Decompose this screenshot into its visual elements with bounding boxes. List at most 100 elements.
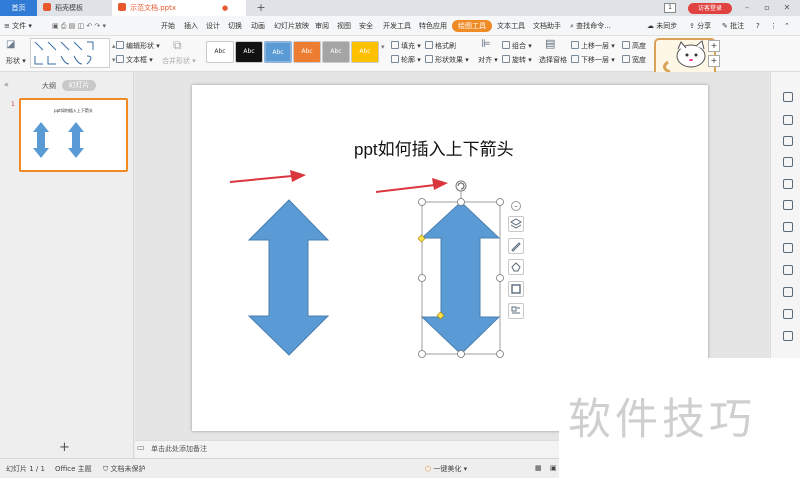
collapse-toolbar-icon[interactable]: – [511,201,521,211]
menu-slideshow[interactable]: 幻灯片放映 [274,20,309,32]
theme-name[interactable]: Office 主题 [55,464,92,474]
textbox-button[interactable]: 文本框 ▾ [116,55,153,65]
style-swatch-gray[interactable]: Abc [322,41,350,63]
menu-drawing-tools[interactable]: 绘图工具 [452,20,492,32]
style-swatch-blue[interactable]: Abc [264,41,292,63]
tab-slides[interactable]: 幻灯片 [62,80,96,91]
shape-gallery[interactable] [30,38,110,68]
style-swatch-orange[interactable]: Abc [293,41,321,63]
gallery-scroll-icon[interactable]: ▴ [112,41,116,51]
normal-view-icon[interactable]: ▦ [535,464,542,472]
new-tab-button[interactable]: + [250,0,266,16]
up-down-arrow-selected[interactable] [420,201,501,355]
chart-icon[interactable] [783,222,793,232]
page-indicator[interactable]: 1 [664,3,676,13]
sorter-view-icon[interactable]: ▣ [550,464,557,472]
layout-icon[interactable] [508,303,524,319]
more-icon[interactable]: ⋮ [770,20,777,32]
collapse-ribbon-icon[interactable]: ⌃ [784,20,790,32]
minimize-icon[interactable]: – [740,2,754,14]
menu-transition[interactable]: 切换 [228,20,242,32]
tab-home[interactable]: 首页 [0,0,37,16]
style-icon[interactable] [783,136,793,146]
width-label: 宽度 [632,56,646,64]
styles-scroll-icon[interactable]: ▾ [381,42,385,52]
menu-insert[interactable]: 插入 [184,20,198,32]
group-button[interactable]: 组合 ▾ [502,41,532,51]
merge-shape-button[interactable]: 合并形状 ▾ [162,56,196,66]
menu-features[interactable]: 特色应用 [419,20,447,32]
menu-view[interactable]: 视图 [337,20,351,32]
menu-text-tools[interactable]: 文本工具 [497,20,525,32]
rotate-button[interactable]: 旋转 ▾ [502,55,532,65]
width-icon [622,55,630,63]
tag-icon[interactable] [783,309,793,319]
tab-templates[interactable]: 稻壳模板 [37,0,112,16]
maximize-icon[interactable]: ▫ [760,2,774,14]
shape-button[interactable]: 形状 ▾ [6,56,26,66]
add-slide-button[interactable]: + [59,440,70,455]
ppt-file-icon [118,3,126,11]
share-button[interactable]: ⇪ 分享 [689,20,711,32]
align-icon: ⊫ [481,37,491,50]
menu-home[interactable]: 开始 [161,20,175,32]
menu-animation[interactable]: 动画 [251,20,265,32]
send-backward-button[interactable]: 下移一层 ▾ [571,55,615,65]
style-swatch-white[interactable]: Abc [206,41,234,63]
width-field[interactable]: 宽度 [622,55,646,65]
magic-icon[interactable] [783,157,793,167]
sync-button[interactable]: ☁ 未同步 [647,20,677,32]
protection-status[interactable]: ⛉ 文档未保护 [103,464,145,474]
style-swatch-black[interactable]: Abc [235,41,263,63]
close-icon[interactable]: ● [222,0,228,16]
height-label: 高度 [632,42,646,50]
menu-doc-assistant[interactable]: 文档助手 [533,20,561,32]
align-button[interactable]: 对齐 ▾ [478,55,498,65]
login-button[interactable]: 访客登录 [688,3,732,14]
sticker-icon[interactable] [783,265,793,275]
background-icon[interactable] [783,200,793,210]
pen-icon[interactable] [508,238,524,254]
tab-outline[interactable]: 大纲 [42,81,56,91]
tab-bar: 首页 稻壳模板 示范文档.pptx ● + 1 访客登录 – ▫ ✕ [0,0,800,16]
print-icon[interactable] [783,287,793,297]
layers-icon[interactable] [508,216,524,232]
copy-icon[interactable] [783,115,793,125]
send-backward-icon [571,55,579,63]
slide-thumbnail[interactable]: ppt如何插入上下箭头 [19,98,128,172]
image-icon[interactable] [783,179,793,189]
beautify-button[interactable]: ⬡ 一键美化 ▾ [425,464,467,474]
gallery-expand-icon[interactable]: ▾ [112,55,116,65]
collapse-panel-icon[interactable]: « [4,80,9,89]
notes-placeholder[interactable]: 单击此处添加备注 [151,444,207,454]
up-down-arrow-left[interactable] [247,199,330,356]
menu-developer[interactable]: 开发工具 [383,20,411,32]
fill-button[interactable]: 填充 ▾ [391,41,421,51]
window-close-icon[interactable]: ✕ [780,2,794,14]
menu-security[interactable]: 安全 [359,20,373,32]
quick-access-toolbar[interactable]: ▣ ⎙ ▤ ◫ ↶ ↷ ▾ [52,20,106,32]
format-painter-button[interactable]: 格式刷 [425,41,456,51]
bring-forward-button[interactable]: 上移一层 ▾ [571,41,615,51]
height-field[interactable]: 高度 [622,41,646,51]
menu-file[interactable]: ≡ 文件 ▾ [4,20,32,32]
style-swatch-gold[interactable]: Abc [351,41,379,63]
shape-effect-button[interactable]: 形状效果 ▾ [425,55,469,65]
height-increment-icon[interactable]: + [708,40,720,52]
command-search[interactable]: ⌕ 查找命令... [570,20,611,32]
audio-icon[interactable] [783,331,793,341]
help-icon[interactable]: ? [756,20,760,32]
edit-shape-button[interactable]: 编辑形状 ▾ [116,41,160,51]
tab-document[interactable]: 示范文档.pptx ● [112,0,246,16]
menu-design[interactable]: 设计 [206,20,220,32]
apps-icon[interactable] [783,243,793,253]
border-icon[interactable] [508,281,524,297]
outline-button[interactable]: 轮廓 ▾ [391,55,421,65]
thumbnail-arrows-icon [33,122,84,158]
shape-fill-icon[interactable] [508,259,524,275]
comment-button[interactable]: ✎ 批注 [722,20,744,32]
cursor-icon[interactable] [783,92,793,102]
menu-review[interactable]: 审阅 [315,20,329,32]
width-increment-icon[interactable]: + [708,55,720,67]
selection-pane-button[interactable]: 选择窗格 [539,55,567,65]
